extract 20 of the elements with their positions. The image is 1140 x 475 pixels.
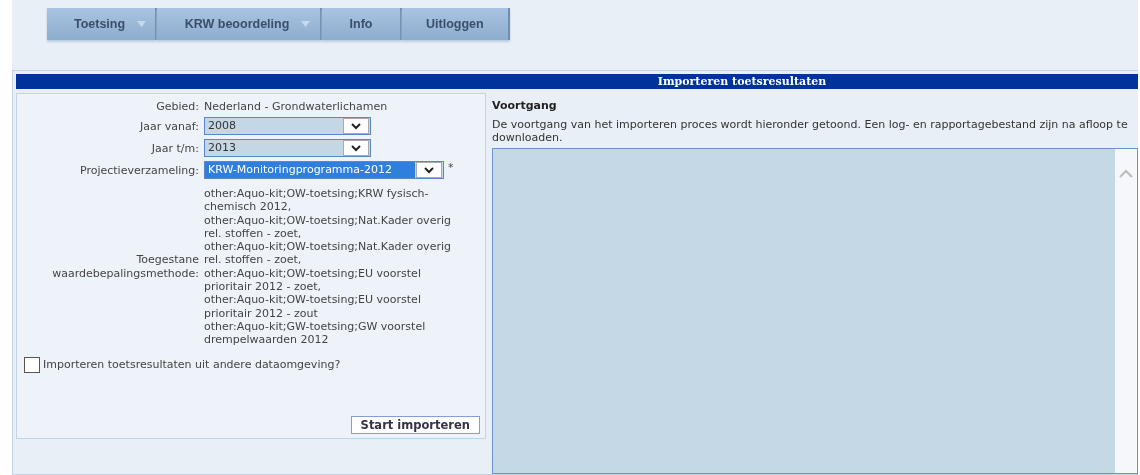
select-field[interactable]: KRW-Monitoringprogramma-2012 <box>204 161 444 179</box>
menu-item[interactable]: KRW beoordeling <box>157 8 322 40</box>
checkbox-label: Importeren toetsresultaten uit andere dataomgeving? <box>43 358 341 372</box>
field-label: Projectieverzameling: <box>78 163 199 177</box>
field-label: Jaar t/m: <box>150 141 199 155</box>
field-label: Toegestane waardebepalingsmethode: <box>51 253 199 281</box>
field-value: Nederland - Grondwaterlichamen <box>204 100 389 113</box>
menu-item[interactable]: Uitloggen <box>402 8 510 40</box>
select-field[interactable]: 2013 <box>204 139 371 157</box>
required-mark: * <box>448 161 454 174</box>
field-label: Jaar vanaf: <box>138 119 199 133</box>
menu-item[interactable]: Toetsing <box>47 8 157 40</box>
method-entry: other:Aquo-kit;GW-toetsing;GW voorstel drempelwaarden 2012 <box>204 319 427 347</box>
select-field[interactable]: 2008 <box>204 117 371 135</box>
menu-item[interactable]: Info <box>322 8 402 40</box>
start-import-button[interactable]: Start importeren <box>350 416 480 434</box>
field-label: Gebied: <box>155 100 199 113</box>
section-title: Voortgang <box>492 99 558 112</box>
panel-title: Importeren toetsresultaten <box>16 74 1138 89</box>
description: De voortgang van het importeren proces wordt hieronder getoond. Een log- en rapportagebestand zijn na afloop te downloaden. <box>492 118 1129 144</box>
